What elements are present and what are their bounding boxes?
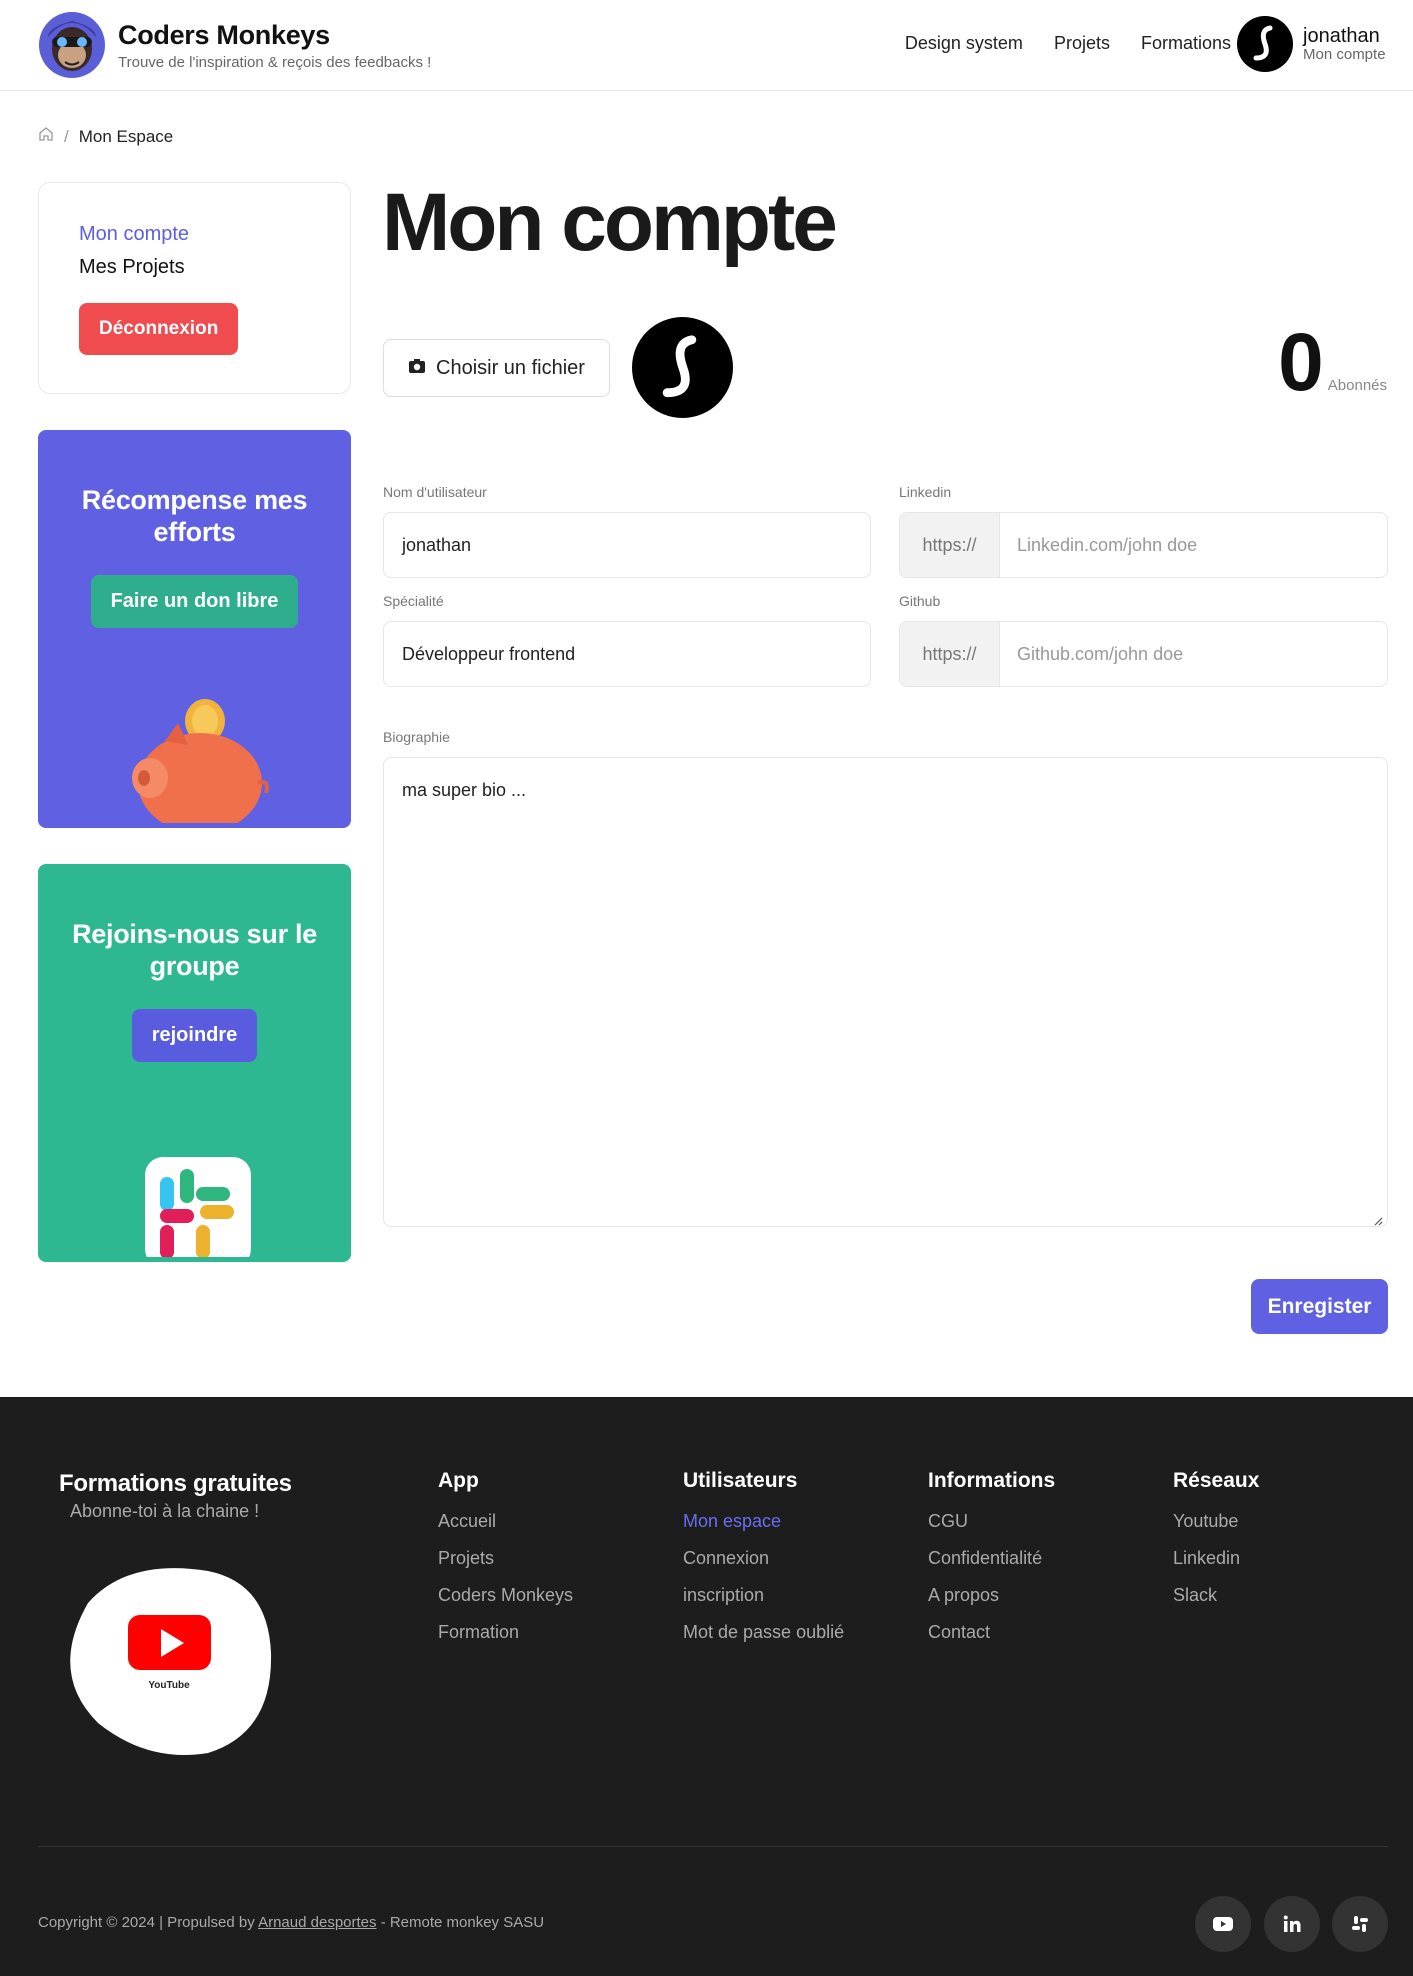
footer-link-contact[interactable]: Contact xyxy=(928,1622,1055,1643)
sidebar-item-mes-projets[interactable]: Mes Projets xyxy=(79,256,310,279)
footer-link-mon-espace[interactable]: Mon espace xyxy=(683,1511,844,1532)
monkey-logo-icon xyxy=(38,7,106,83)
username-field[interactable]: jonathan xyxy=(383,512,871,578)
username-value: jonathan xyxy=(402,534,472,555)
followers-label: Abonnés xyxy=(1327,377,1387,394)
slack-logo-icon xyxy=(130,1147,260,1262)
user-name: jonathan xyxy=(1303,24,1380,47)
user-menu[interactable]: jonathan Mon compte xyxy=(1237,16,1386,72)
camera-icon xyxy=(408,357,426,380)
donate-promo-title: Récompense mes efforts xyxy=(81,485,308,548)
linkedin-field[interactable]: https:// Linkedin.com/john doe xyxy=(899,512,1388,578)
github-placeholder: Github.com/john doe xyxy=(1017,643,1184,664)
group-promo-title: Rejoins-nous sur le groupe xyxy=(72,919,317,982)
footer-col-title: App xyxy=(438,1469,479,1492)
specialty-value: Développeur frontend xyxy=(402,643,576,664)
footer-link-slack[interactable]: Slack xyxy=(1173,1585,1259,1606)
youtube-icon[interactable] xyxy=(1195,1896,1251,1952)
footer-link-confidentialite[interactable]: Confidentialité xyxy=(928,1548,1055,1569)
footer-col-title: Utilisateurs xyxy=(683,1469,798,1492)
site-header: Coders Monkeys Trouve de l'inspiration &… xyxy=(0,0,1413,91)
bio-label: Biographie xyxy=(383,729,450,745)
nav-projets[interactable]: Projets xyxy=(1054,33,1110,54)
breadcrumb-current: Mon Espace xyxy=(78,126,174,146)
footer-link-projets[interactable]: Projets xyxy=(438,1548,573,1569)
user-account-label: Mon compte xyxy=(1303,45,1386,63)
footer-col-title: Informations xyxy=(928,1469,1056,1492)
linkedin-icon[interactable] xyxy=(1264,1896,1320,1952)
nav-design-system[interactable]: Design system xyxy=(905,33,1023,54)
footer-col-reseaux: Réseaux Youtube Linkedin Slack xyxy=(1173,1469,1259,1622)
donate-promo-card: Récompense mes efforts Faire un don libr… xyxy=(38,430,351,828)
footer-col-title: Réseaux xyxy=(1173,1469,1260,1492)
footer-promo-title: Formations gratuites xyxy=(59,1470,292,1497)
brand-name: Coders Monkeys xyxy=(118,20,330,51)
followers-stat: 0 Abonnés xyxy=(1278,322,1387,404)
footer-divider xyxy=(38,1846,1388,1847)
brand[interactable]: Coders Monkeys Trouve de l'inspiration &… xyxy=(38,7,431,83)
join-group-button[interactable]: rejoindre xyxy=(131,1008,258,1062)
footer-link-accueil[interactable]: Accueil xyxy=(438,1511,573,1532)
account-menu: Mon compte Mes Projets Déconnexion xyxy=(38,182,351,394)
footer-col-utilisateurs: Utilisateurs Mon espace Connexion inscri… xyxy=(683,1469,844,1659)
footer-link-a-propos[interactable]: A propos xyxy=(928,1585,1055,1606)
author-link[interactable]: Arnaud desportes xyxy=(258,1914,376,1931)
breadcrumb: / Mon Espace xyxy=(38,126,173,147)
footer-link-mot-de-passe-oublie[interactable]: Mot de passe oublié xyxy=(683,1622,844,1643)
footer-link-formation[interactable]: Formation xyxy=(438,1622,573,1643)
footer-link-connexion[interactable]: Connexion xyxy=(683,1548,844,1569)
specialty-field[interactable]: Développeur frontend xyxy=(383,621,871,687)
profile-avatar xyxy=(632,317,733,418)
footer-link-linkedin[interactable]: Linkedin xyxy=(1173,1548,1259,1569)
linkedin-label: Linkedin xyxy=(899,484,952,500)
bio-value: ma super bio ... xyxy=(402,780,527,800)
github-prefix: https:// xyxy=(900,622,1000,686)
save-button[interactable]: Enregister xyxy=(1251,1279,1388,1334)
group-promo-card: Rejoins-nous sur le groupe rejoindre xyxy=(38,864,351,1262)
linkedin-placeholder: Linkedin.com/john doe xyxy=(1017,534,1198,555)
specialty-label: Spécialité xyxy=(383,593,444,609)
footer-link-cgu[interactable]: CGU xyxy=(928,1511,1055,1532)
nav-formations[interactable]: Formations xyxy=(1141,33,1231,54)
followers-count: 0 xyxy=(1278,317,1324,408)
github-field[interactable]: https:// Github.com/john doe xyxy=(899,621,1388,687)
svg-text:YouTube: YouTube xyxy=(148,1680,190,1691)
site-footer: Formations gratuites Abonne-toi à la cha… xyxy=(0,1397,1413,1976)
footer-col-app: App Accueil Projets Coders Monkeys Forma… xyxy=(438,1469,573,1659)
donate-button[interactable]: Faire un don libre xyxy=(90,574,299,628)
sidebar-item-mon-compte[interactable]: Mon compte xyxy=(79,223,310,246)
breadcrumb-separator: / xyxy=(64,126,69,146)
page-title: Mon compte xyxy=(382,177,838,268)
copyright: Copyright © 2024 | Propulsed by Arnaud d… xyxy=(38,1914,544,1931)
choose-file-label: Choisir un fichier xyxy=(436,356,585,379)
choose-file-button[interactable]: Choisir un fichier xyxy=(383,339,610,397)
brand-tagline: Trouve de l'inspiration & reçois des fee… xyxy=(118,53,432,71)
footer-col-informations: Informations CGU Confidentialité A propo… xyxy=(928,1469,1055,1659)
username-label: Nom d'utilisateur xyxy=(383,484,487,500)
bio-textarea[interactable]: ma super bio ... xyxy=(383,757,1388,1227)
copyright-company: - Remote monkey SASU xyxy=(380,1914,545,1931)
home-icon[interactable] xyxy=(38,126,54,147)
copyright-text: Copyright © 2024 | Propulsed by xyxy=(38,1914,255,1931)
footer-link-coders-monkeys[interactable]: Coders Monkeys xyxy=(438,1585,573,1606)
piggy-bank-icon xyxy=(110,683,280,828)
slack-icon[interactable] xyxy=(1332,1896,1388,1952)
avatar xyxy=(1237,16,1293,72)
footer-link-inscription[interactable]: inscription xyxy=(683,1585,844,1606)
youtube-logo-icon[interactable]: YouTube xyxy=(58,1563,273,1763)
main-nav: Design system Projets Formations xyxy=(905,33,1231,54)
github-label: Github xyxy=(899,593,941,609)
footer-promo-subtitle: Abonne-toi à la chaine ! xyxy=(70,1501,260,1521)
footer-link-youtube[interactable]: Youtube xyxy=(1173,1511,1259,1532)
linkedin-prefix: https:// xyxy=(900,513,1000,577)
logout-button[interactable]: Déconnexion xyxy=(79,303,239,355)
resize-handle-icon[interactable] xyxy=(1371,1210,1383,1226)
